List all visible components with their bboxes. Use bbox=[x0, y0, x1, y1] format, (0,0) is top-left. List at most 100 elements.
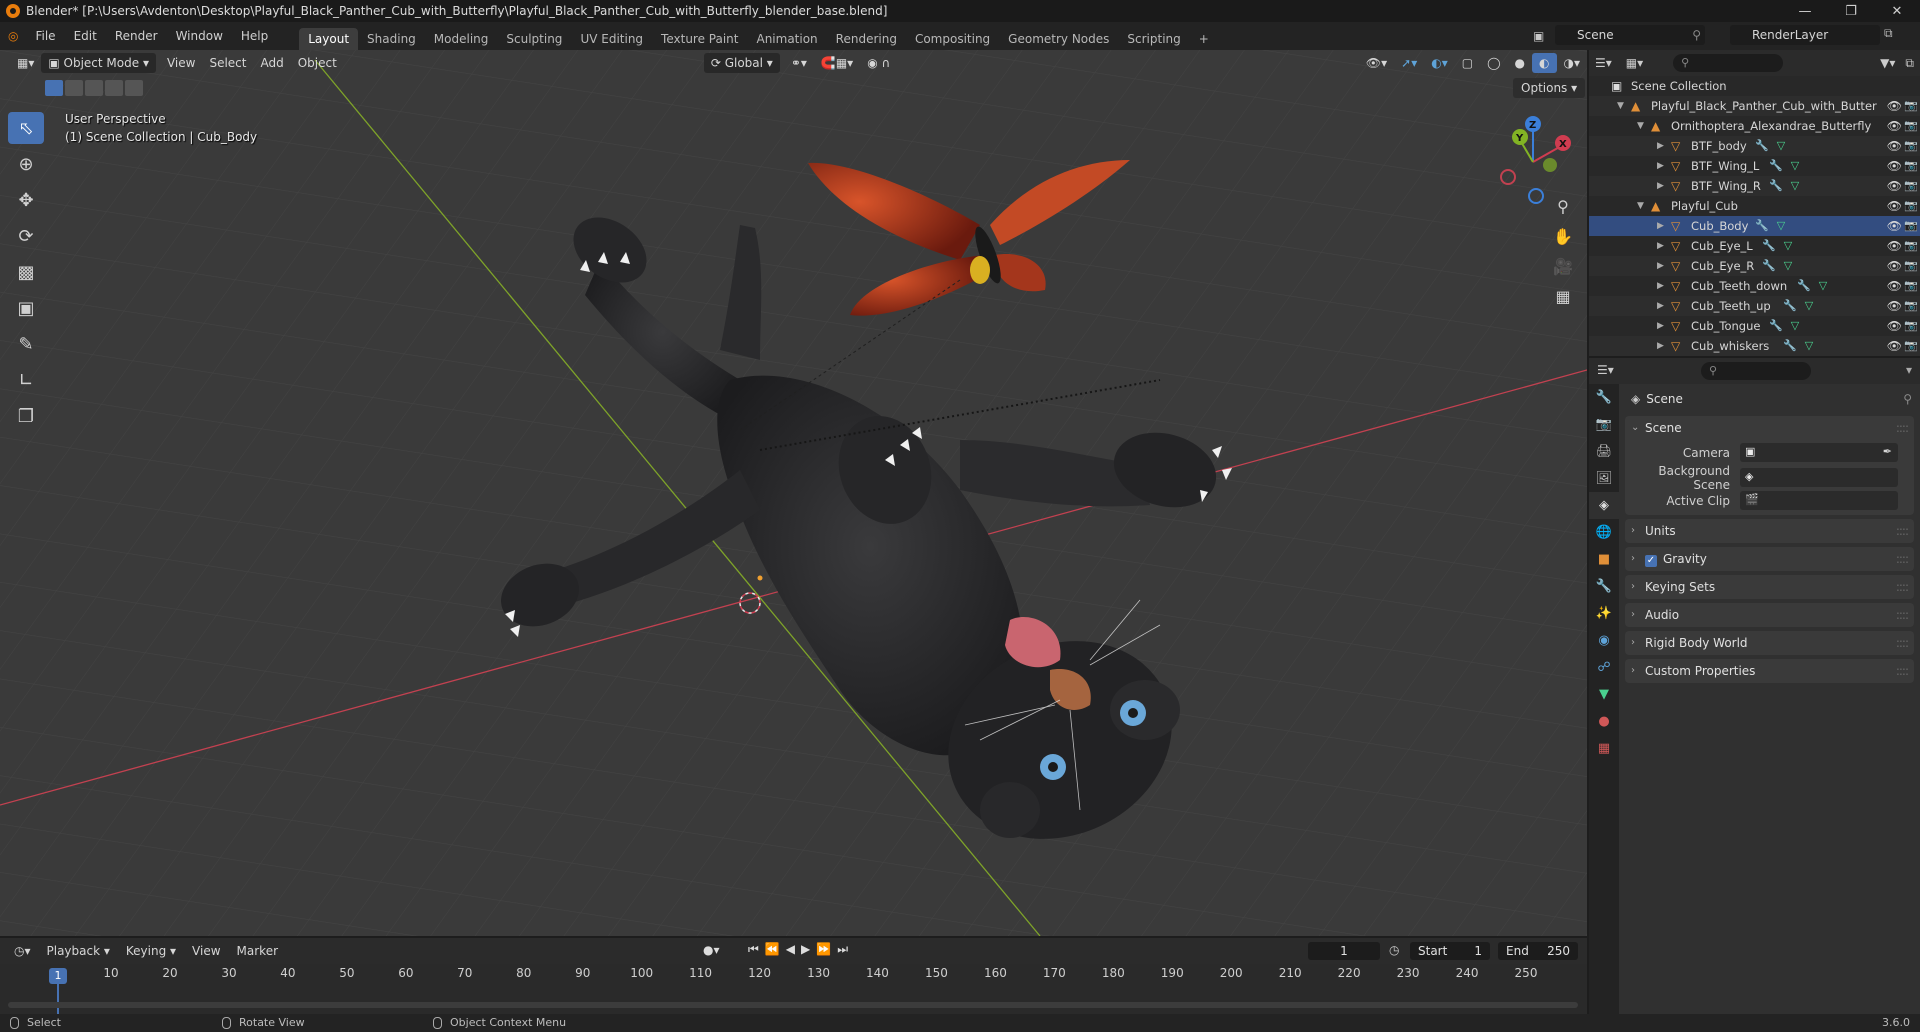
scale-tool-icon[interactable]: ▩ bbox=[8, 256, 44, 288]
modifier-mesh-icons[interactable]: 🔧 ▽ bbox=[1797, 276, 1827, 296]
drag-grip-icon[interactable]: :::: bbox=[1896, 416, 1909, 440]
editor-type-icon[interactable]: ▦▾ bbox=[10, 53, 41, 73]
modifier-mesh-icons[interactable]: 🔧 ▽ bbox=[1769, 176, 1799, 196]
camera-field[interactable]: ▣ ✒ bbox=[1740, 443, 1898, 462]
mesh-data-icon[interactable]: ▽ bbox=[1784, 239, 1792, 252]
measure-tool-icon[interactable]: ∟ bbox=[8, 364, 44, 396]
output-tab-icon[interactable]: 🖨 bbox=[1589, 438, 1619, 465]
modifier-mesh-icons[interactable]: 🔧 ▽ bbox=[1762, 256, 1792, 276]
eyedropper-icon[interactable]: ✒ bbox=[1883, 445, 1892, 458]
texture-tab-icon[interactable]: ▦ bbox=[1589, 735, 1619, 762]
eye-visibility-icon[interactable]: 👁 bbox=[1887, 176, 1902, 196]
collapsed-panel[interactable]: › Custom Properties:::: bbox=[1625, 659, 1914, 683]
outliner-row[interactable]: ▶ ▽ BTF_Wing_L 🔧 ▽ 👁 📷 bbox=[1589, 156, 1920, 176]
expand-right-icon[interactable]: ▶ bbox=[1657, 216, 1667, 236]
outliner-row[interactable]: ▼ ▲ Playful_Cub 👁 📷 bbox=[1589, 196, 1920, 216]
modifier-wrench-icon[interactable]: 🔧 bbox=[1769, 319, 1783, 332]
close-icon[interactable]: ✕ bbox=[1874, 0, 1920, 22]
snap-icon[interactable]: 🧲▦▾ bbox=[814, 53, 860, 73]
next-keyframe-icon[interactable]: ⏩ bbox=[816, 942, 837, 956]
outliner-row-label[interactable]: Cub_Tongue bbox=[1691, 316, 1760, 336]
mesh-data-icon[interactable]: ▽ bbox=[1805, 299, 1813, 312]
blender-menu-icon[interactable]: ◎ bbox=[0, 22, 26, 50]
eye-visibility-icon[interactable]: 👁 bbox=[1887, 196, 1902, 216]
3d-viewport[interactable]: Z X Y ▦▾ ▣ Object Mode ▾ View Select Add… bbox=[0, 50, 1587, 936]
select-subtract-icon[interactable] bbox=[85, 80, 103, 96]
render-camera-icon[interactable]: 📷 bbox=[1904, 176, 1918, 196]
modifier-wrench-icon[interactable]: 🔧 bbox=[1769, 179, 1783, 192]
overlay-toggle-icon[interactable]: ◐▾ bbox=[1424, 53, 1455, 73]
render-camera-icon[interactable]: 📷 bbox=[1904, 296, 1918, 316]
select-invert-icon[interactable] bbox=[105, 80, 123, 96]
material-tab-icon[interactable]: ● bbox=[1589, 708, 1619, 735]
mesh-data-icon[interactable]: ▽ bbox=[1777, 219, 1785, 232]
pin-icon[interactable]: ⚲ bbox=[1692, 25, 1701, 45]
menu-select[interactable]: Select bbox=[202, 53, 253, 73]
frame-ruler[interactable]: 10 20 30 40 50 60 70 80 90 100 110 120 130 140 150 160 1… bbox=[0, 966, 1587, 986]
outliner-row[interactable]: ▶ ▽ Cub_whiskers 🔧 ▽ 👁 📷 bbox=[1589, 336, 1920, 356]
tab-shading[interactable]: Shading bbox=[358, 28, 425, 50]
tab-rendering[interactable]: Rendering bbox=[827, 28, 906, 50]
expand-right-icon[interactable]: ▶ bbox=[1657, 276, 1667, 296]
add-cube-tool-icon[interactable]: ❐ bbox=[8, 400, 44, 432]
tab-modeling[interactable]: Modeling bbox=[425, 28, 498, 50]
visibility-icon[interactable]: 👁▾ bbox=[1359, 53, 1394, 73]
properties-search-input[interactable]: ⚲ bbox=[1701, 362, 1811, 380]
proportional-editing-icon[interactable]: ◉ ∩ bbox=[860, 53, 897, 73]
background-scene-field[interactable]: ◈ bbox=[1740, 468, 1898, 487]
modifier-wrench-icon[interactable]: 🔧 bbox=[1783, 339, 1797, 352]
render-camera-icon[interactable]: 📷 bbox=[1904, 236, 1918, 256]
outliner-root-row[interactable]: ▣ Scene Collection bbox=[1589, 76, 1920, 96]
viewport-scene[interactable]: Z X Y bbox=[0, 50, 1587, 936]
outliner-row[interactable]: ▶ ▽ Cub_Teeth_up 🔧 ▽ 👁 📷 bbox=[1589, 296, 1920, 316]
outliner-row-label[interactable]: Cub_Eye_R bbox=[1691, 256, 1754, 276]
drag-grip-icon[interactable]: :::: bbox=[1896, 659, 1909, 683]
pin-properties-icon[interactable]: ⚲ bbox=[1903, 384, 1912, 414]
expand-right-icon[interactable]: ▶ bbox=[1657, 176, 1667, 196]
eye-visibility-icon[interactable]: 👁 bbox=[1887, 156, 1902, 176]
physics-tab-icon[interactable]: ◉ bbox=[1589, 627, 1619, 654]
timeline-editor-type-icon[interactable]: ◷▾ bbox=[6, 944, 39, 958]
outliner-row[interactable]: ▶ ▽ Cub_Eye_L 🔧 ▽ 👁 📷 bbox=[1589, 236, 1920, 256]
modifier-tab-icon[interactable]: 🔧 bbox=[1589, 573, 1619, 600]
collapsed-panel[interactable]: › Rigid Body World:::: bbox=[1625, 631, 1914, 655]
camera-view-icon[interactable]: 🎥 bbox=[1549, 252, 1577, 280]
world-tab-icon[interactable]: 🌐 bbox=[1589, 519, 1619, 546]
play-icon[interactable]: ▶ bbox=[801, 942, 816, 956]
expand-right-icon[interactable]: ▶ bbox=[1657, 316, 1667, 336]
panel-header[interactable]: › Rigid Body World:::: bbox=[1625, 631, 1914, 655]
eye-visibility-icon[interactable]: 👁 bbox=[1887, 116, 1902, 136]
solid-shading-icon[interactable]: ● bbox=[1508, 53, 1532, 73]
outliner-row-label[interactable]: Playful_Black_Panther_Cub_with_Butter bbox=[1651, 96, 1877, 116]
properties-editor-type-icon[interactable]: ☰▾ bbox=[1597, 363, 1614, 377]
modifier-mesh-icons[interactable]: 🔧 ▽ bbox=[1769, 316, 1799, 336]
menu-keying[interactable]: Keying ▾ bbox=[118, 944, 184, 958]
modifier-mesh-icons[interactable]: 🔧 ▽ bbox=[1755, 216, 1785, 236]
start-frame-field[interactable]: Start 1 bbox=[1410, 942, 1490, 960]
outliner-row-label[interactable]: Ornithoptera_Alexandrae_Butterfly bbox=[1671, 116, 1871, 136]
collapsed-panel[interactable]: › Keying Sets:::: bbox=[1625, 575, 1914, 599]
menu-object[interactable]: Object bbox=[291, 53, 344, 73]
tool-tab-icon[interactable]: 🔧 bbox=[1589, 384, 1619, 411]
menu-window[interactable]: Window bbox=[167, 22, 232, 50]
transform-tool-icon[interactable]: ▣ bbox=[8, 292, 44, 324]
properties-options-icon[interactable]: ▾ bbox=[1906, 363, 1912, 377]
mesh-data-icon[interactable]: ▽ bbox=[1791, 179, 1799, 192]
modifier-wrench-icon[interactable]: 🔧 bbox=[1762, 239, 1776, 252]
rotate-tool-icon[interactable]: ⟳ bbox=[8, 220, 44, 252]
expand-down-icon[interactable]: ▼ bbox=[1617, 96, 1627, 116]
modifier-wrench-icon[interactable]: 🔧 bbox=[1755, 139, 1769, 152]
collapsed-panel[interactable]: › Units:::: bbox=[1625, 519, 1914, 543]
modifier-wrench-icon[interactable]: 🔧 bbox=[1797, 279, 1811, 292]
outliner-editor-type-icon[interactable]: ☰▾ bbox=[1595, 56, 1612, 70]
render-camera-icon[interactable]: 📷 bbox=[1904, 156, 1918, 176]
panel-header[interactable]: › Keying Sets:::: bbox=[1625, 575, 1914, 599]
eye-visibility-icon[interactable]: 👁 bbox=[1887, 216, 1902, 236]
select-intersect-icon[interactable] bbox=[125, 80, 143, 96]
mesh-data-icon[interactable]: ▽ bbox=[1777, 139, 1785, 152]
outliner-row-label[interactable]: Cub_Eye_L bbox=[1691, 236, 1753, 256]
outliner-row-label[interactable]: BTF_body bbox=[1691, 136, 1747, 156]
eye-visibility-icon[interactable]: 👁 bbox=[1887, 336, 1902, 356]
tab-scripting[interactable]: Scripting bbox=[1118, 28, 1189, 50]
outliner-search-input[interactable]: ⚲ bbox=[1673, 54, 1784, 72]
